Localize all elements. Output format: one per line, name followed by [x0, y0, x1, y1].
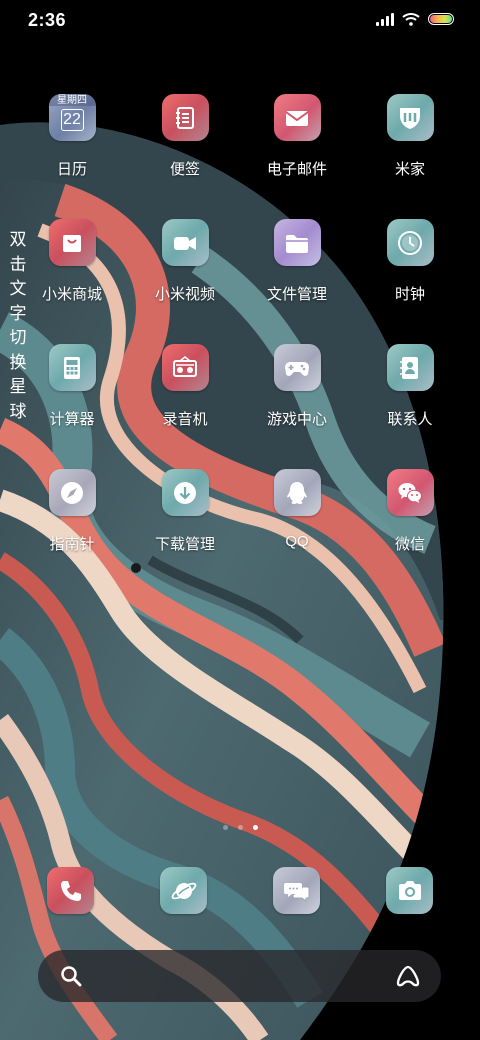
notes-icon	[161, 94, 209, 141]
shopping-bag-icon	[48, 219, 96, 266]
app-label: 录音机	[162, 411, 208, 428]
dock-messages[interactable]	[273, 867, 320, 914]
app-mi-store[interactable]: 小米商城	[22, 219, 122, 304]
assistant-icon[interactable]	[395, 964, 421, 988]
app-label: 联系人	[387, 411, 433, 428]
app-label: 计算器	[49, 411, 95, 428]
qq-penguin-icon	[273, 469, 321, 516]
folder-icon	[273, 219, 321, 266]
app-label: 电子邮件	[266, 161, 327, 178]
radio-recorder-icon	[161, 344, 209, 391]
app-file-manager[interactable]: 文件管理	[247, 219, 347, 304]
dock-phone[interactable]	[47, 867, 94, 914]
compass-icon	[48, 469, 96, 516]
signal-icon	[376, 12, 394, 26]
browser-planet-icon	[160, 867, 207, 914]
calendar-day: 22	[63, 111, 81, 128]
app-label: 米家	[394, 161, 425, 178]
status-bar: 2:36	[0, 0, 480, 42]
app-compass[interactable]: 指南针	[22, 469, 122, 554]
page-dot[interactable]	[237, 825, 243, 830]
search-icon[interactable]	[59, 964, 83, 988]
app-calculator[interactable]: 计算器	[22, 344, 122, 429]
status-icons	[376, 12, 454, 26]
app-label: 文件管理	[266, 286, 327, 303]
search-bar[interactable]	[38, 950, 441, 1002]
app-calendar[interactable]: 星期四 22 日历	[22, 94, 122, 179]
dock-camera[interactable]	[386, 867, 433, 914]
app-mijia[interactable]: 米家	[360, 94, 460, 179]
app-label: 时钟	[394, 286, 425, 303]
page-dot[interactable]	[222, 825, 228, 830]
mijia-icon	[386, 94, 434, 141]
calculator-icon	[48, 344, 96, 391]
calendar-weekday: 星期四	[57, 95, 87, 106]
page-dot-active[interactable]	[252, 825, 258, 830]
page-indicator[interactable]	[0, 825, 480, 830]
app-label: 微信	[394, 536, 425, 553]
contacts-book-icon	[386, 344, 434, 391]
app-mail[interactable]: 电子邮件	[247, 94, 347, 179]
mail-icon	[273, 94, 321, 141]
app-label: 小米视频	[154, 286, 215, 303]
messages-icon	[273, 867, 320, 914]
app-game-center[interactable]: 游戏中心	[247, 344, 347, 429]
video-camera-icon	[161, 219, 209, 266]
app-label: 小米商城	[41, 286, 102, 303]
download-icon	[161, 469, 209, 516]
app-wechat[interactable]: 微信	[360, 469, 460, 554]
calendar-icon: 星期四 22	[48, 94, 96, 141]
dock-browser[interactable]	[160, 867, 207, 914]
app-label: 指南针	[49, 536, 95, 553]
clock-icon	[386, 219, 434, 266]
app-label: 游戏中心	[266, 411, 327, 428]
camera-icon	[386, 867, 433, 914]
gamepad-icon	[273, 344, 321, 391]
app-notes[interactable]: 便签	[135, 94, 235, 179]
app-downloads[interactable]: 下载管理	[135, 469, 235, 554]
status-time: 2:36	[28, 10, 67, 30]
app-contacts[interactable]: 联系人	[360, 344, 460, 429]
app-recorder[interactable]: 录音机	[135, 344, 235, 429]
app-qq[interactable]: QQ	[247, 469, 347, 550]
app-mi-video[interactable]: 小米视频	[135, 219, 235, 304]
app-clock[interactable]: 时钟	[360, 219, 460, 304]
app-label: 便签	[169, 161, 200, 178]
app-label: QQ	[285, 533, 309, 550]
app-label: 下载管理	[154, 536, 215, 553]
battery-icon	[428, 13, 454, 25]
wechat-icon	[386, 469, 434, 516]
app-label: 日历	[56, 161, 87, 178]
phone-icon	[47, 867, 94, 914]
wifi-icon	[402, 13, 420, 26]
